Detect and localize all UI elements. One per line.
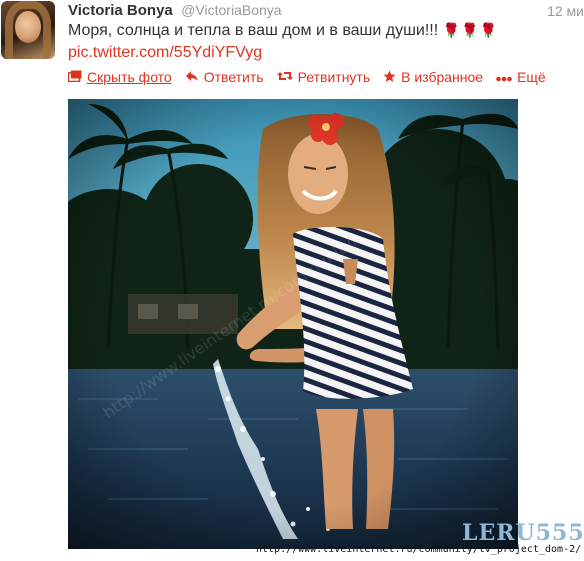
favorite-label: В избранное <box>401 69 484 85</box>
tweet-header: Victoria Bonya @VictoriaBonya 12 ми <box>68 2 584 22</box>
retweet-icon <box>276 70 293 84</box>
tweet-text-body: Моря, солнца и тепла в ваш дом и в ваши … <box>68 22 439 39</box>
avatar-face <box>15 11 41 43</box>
retweet-button[interactable]: Ретвитнуть <box>276 69 371 85</box>
photo-icon <box>67 70 82 84</box>
tweet-photo-link[interactable]: pic.twitter.com/55YdiYFVyg <box>68 44 262 62</box>
rose-icon: 🌹🌹🌹 <box>442 22 498 38</box>
reply-icon <box>185 70 199 84</box>
tweet: Victoria Bonya @VictoriaBonya 12 ми Моря… <box>0 0 584 561</box>
tweet-photo[interactable]: http://www.liveinternet.ru/community/ <box>68 99 518 549</box>
watermark-url: http://www.liveinternet.ru/community/tv_… <box>256 544 582 555</box>
reply-button[interactable]: Ответить <box>185 69 264 85</box>
retweet-label: Ретвитнуть <box>297 69 371 85</box>
author-name[interactable]: Victoria Bonya <box>68 2 173 19</box>
more-button[interactable]: Ещё <box>496 69 546 85</box>
tweet-actions: Скрыть фото Ответить Ретвитнуть В избран… <box>67 68 559 86</box>
author-handle[interactable]: @VictoriaBonya <box>181 2 281 18</box>
reply-label: Ответить <box>203 69 264 85</box>
hide-photo-label: Скрыть фото <box>87 69 172 85</box>
beach-photo-image: http://www.liveinternet.ru/community/ <box>68 99 518 549</box>
star-icon <box>383 70 396 85</box>
watermark-brand: LERU555 <box>462 520 584 546</box>
tweet-text: Моря, солнца и тепла в ваш дом и в ваши … <box>68 22 498 40</box>
tweet-timestamp[interactable]: 12 ми <box>547 3 584 19</box>
more-icon <box>496 70 512 84</box>
favorite-button[interactable]: В избранное <box>383 69 483 85</box>
hide-photo-button[interactable]: Скрыть фото <box>67 69 172 85</box>
more-label: Ещё <box>517 69 546 85</box>
avatar[interactable] <box>1 1 55 59</box>
